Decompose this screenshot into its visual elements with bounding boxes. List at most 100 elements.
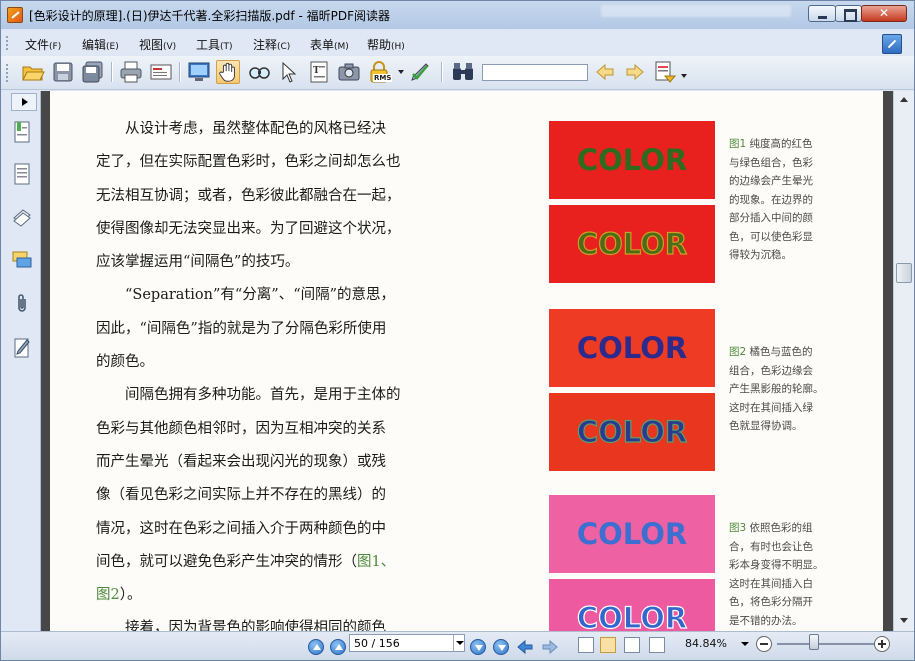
text-line-tail: ）。 <box>119 587 142 604</box>
zoom-slider-thumb[interactable] <box>809 634 819 650</box>
caption-line: 产生黑影般的轮廓。 <box>729 380 839 399</box>
scroll-up-arrow-icon[interactable] <box>894 91 914 109</box>
text-line-content: 像（看见色彩之间实际上并不存在的黑线）的 <box>96 487 386 504</box>
highlight-icon[interactable] <box>653 60 677 84</box>
rms-label: RMS <box>373 74 393 82</box>
menu-grip[interactable] <box>6 36 9 50</box>
toolbar-grip[interactable] <box>6 64 9 82</box>
title-bar-glare <box>601 5 791 17</box>
bookmarks-icon[interactable] <box>12 121 32 143</box>
close-button[interactable] <box>861 5 907 22</box>
menu-edit[interactable]: 编辑(E) <box>82 36 119 53</box>
text-line-content: 间隔色拥有多种功能。首先，是用于主体的 <box>96 387 401 404</box>
rms-button[interactable]: RMS <box>367 60 393 84</box>
caption-text: 彩本身变得不明显。 <box>729 559 824 571</box>
snapshot-icon[interactable] <box>337 60 361 84</box>
restore-toolbar-icon[interactable] <box>882 34 902 54</box>
caption-line: 与绿色组合，色彩 <box>729 154 839 173</box>
next-page-icon[interactable] <box>470 639 486 655</box>
scroll-down-arrow-icon[interactable] <box>894 611 914 629</box>
text-line-content: 接着，因为背景色的影响使得相同的颜色 <box>96 620 386 631</box>
pages-icon[interactable] <box>12 163 32 185</box>
title-bar[interactable]: [色彩设计的原理].(日)伊达千代著.全彩扫描版.pdf - 福昕PDF阅读器 <box>1 1 914 29</box>
caption-line: 的现象。在边界的 <box>729 191 839 210</box>
single-page-view-icon[interactable] <box>578 637 594 653</box>
attachments-icon[interactable] <box>12 293 32 315</box>
menu-view[interactable]: 视图(V) <box>139 36 176 53</box>
prev-result-icon[interactable] <box>593 60 617 84</box>
text-line: “Separation”有“分离”、“间隔”的意思， <box>96 279 496 312</box>
text-line: 无法相互协调；或者，色彩彼此都融合在一起， <box>96 180 496 213</box>
select-tool-icon[interactable] <box>277 60 301 84</box>
forward-arrow-icon[interactable] <box>541 638 559 656</box>
figure-caption: 图2 橘色与蓝色的 组合，色彩边缘会 产生黑影般的轮廓。 这时在其间插入绿 色就显得协调… <box>729 343 839 436</box>
find-input[interactable] <box>482 64 588 81</box>
highlight-dropdown-icon[interactable] <box>681 74 687 78</box>
maximize-button[interactable] <box>835 5 862 22</box>
main-toolbar: T RMS <box>1 56 914 90</box>
signatures-icon[interactable] <box>12 337 32 359</box>
zoom-in-icon[interactable] <box>874 636 890 652</box>
minimize-button[interactable] <box>808 5 836 22</box>
text-line-content: 使得图像却无法突显出来。为了回避这个状况， <box>96 220 401 237</box>
zoom-dropdown-icon[interactable] <box>741 642 749 646</box>
text-line-content: 而产生晕光（看起来会出现闪光的现象）或残 <box>96 453 386 470</box>
save-as-icon[interactable] <box>81 60 105 84</box>
page-number-input[interactable] <box>349 634 465 652</box>
back-arrow-icon[interactable] <box>516 638 534 656</box>
menu-comment[interactable]: 注释(C) <box>253 36 290 53</box>
zoom-slider-track[interactable] <box>777 643 875 645</box>
find-icon[interactable] <box>451 60 475 84</box>
last-page-icon[interactable] <box>493 639 509 655</box>
comments-icon[interactable] <box>12 249 32 271</box>
save-icon[interactable] <box>51 60 75 84</box>
caption-line: 这时在其间插入白 <box>729 575 839 594</box>
layers-icon[interactable] <box>12 205 32 227</box>
color-swatch: COLOR <box>549 579 715 631</box>
text-line-content: 的颜色。 <box>96 354 154 371</box>
panel-expand-button[interactable] <box>11 93 37 111</box>
menu-tools[interactable]: 工具(T) <box>196 36 233 53</box>
caption-line: 图1 纯度高的红色 <box>729 135 839 154</box>
figure-number: 图3 <box>729 522 747 534</box>
swatch-word: COLOR <box>576 143 688 177</box>
text-line-content: 情况，这时在色彩之间插入介于两种颜色的中 <box>96 520 386 537</box>
facing-view-icon[interactable] <box>624 637 640 653</box>
zoom-tool-icon[interactable] <box>247 60 271 84</box>
pdf-page[interactable]: 从设计考虑，虽然整体配色的风格已经决 定了，但在实际配置色彩时，色彩之间却怎么也无… <box>50 91 883 631</box>
sign-icon[interactable] <box>408 60 432 84</box>
continuous-facing-view-icon[interactable] <box>649 637 665 653</box>
email-icon[interactable] <box>149 60 173 84</box>
text-line: 定了，但在实际配置色彩时，色彩之间却怎么也 <box>96 146 496 179</box>
app-icon[interactable] <box>7 7 23 23</box>
caption-text: 橘色与蓝色的 <box>749 346 813 358</box>
menu-help[interactable]: 帮助(H) <box>367 36 405 53</box>
text-select-icon[interactable]: T <box>307 60 331 84</box>
caption-text: 部分插入中间的颜 <box>729 212 813 224</box>
menu-file[interactable]: 文件(F) <box>25 36 61 53</box>
text-line: 间色，就可以避免色彩产生冲突的情形（图1、 <box>96 546 496 579</box>
document-viewport[interactable]: 从设计考虑，虽然整体配色的风格已经决 定了，但在实际配置色彩时，色彩之间却怎么也无… <box>41 91 893 631</box>
vertical-scrollbar[interactable] <box>893 91 914 631</box>
swatch-word: COLOR <box>576 414 688 449</box>
page-dropdown-icon[interactable] <box>453 635 465 651</box>
hand-tool-button[interactable] <box>216 60 240 84</box>
open-folder-icon[interactable] <box>21 60 45 84</box>
text-line-content: “Separation”有“分离”、“间隔”的意思， <box>96 287 396 304</box>
text-line: 情况，这时在色彩之间插入介于两种颜色的中 <box>96 513 496 546</box>
print-icon[interactable] <box>119 60 143 84</box>
rms-dropdown-icon[interactable] <box>398 70 404 74</box>
continuous-view-icon[interactable] <box>600 637 616 653</box>
next-result-icon[interactable] <box>623 60 647 84</box>
first-page-icon[interactable] <box>308 639 324 655</box>
menu-form[interactable]: 表单(M) <box>310 36 349 53</box>
fullscreen-icon[interactable] <box>187 60 211 84</box>
zoom-level[interactable]: 84.84% <box>685 637 727 650</box>
figure-number: 图1 <box>729 138 747 150</box>
prev-page-icon[interactable] <box>330 639 346 655</box>
caption-text: 色，可以使色彩显 <box>729 230 813 243</box>
caption-line: 组合，色彩边缘会 <box>729 362 839 381</box>
zoom-out-icon[interactable] <box>756 636 772 652</box>
caption-line: 的边缘会产生晕光 <box>729 172 839 191</box>
scroll-thumb[interactable] <box>896 263 912 283</box>
